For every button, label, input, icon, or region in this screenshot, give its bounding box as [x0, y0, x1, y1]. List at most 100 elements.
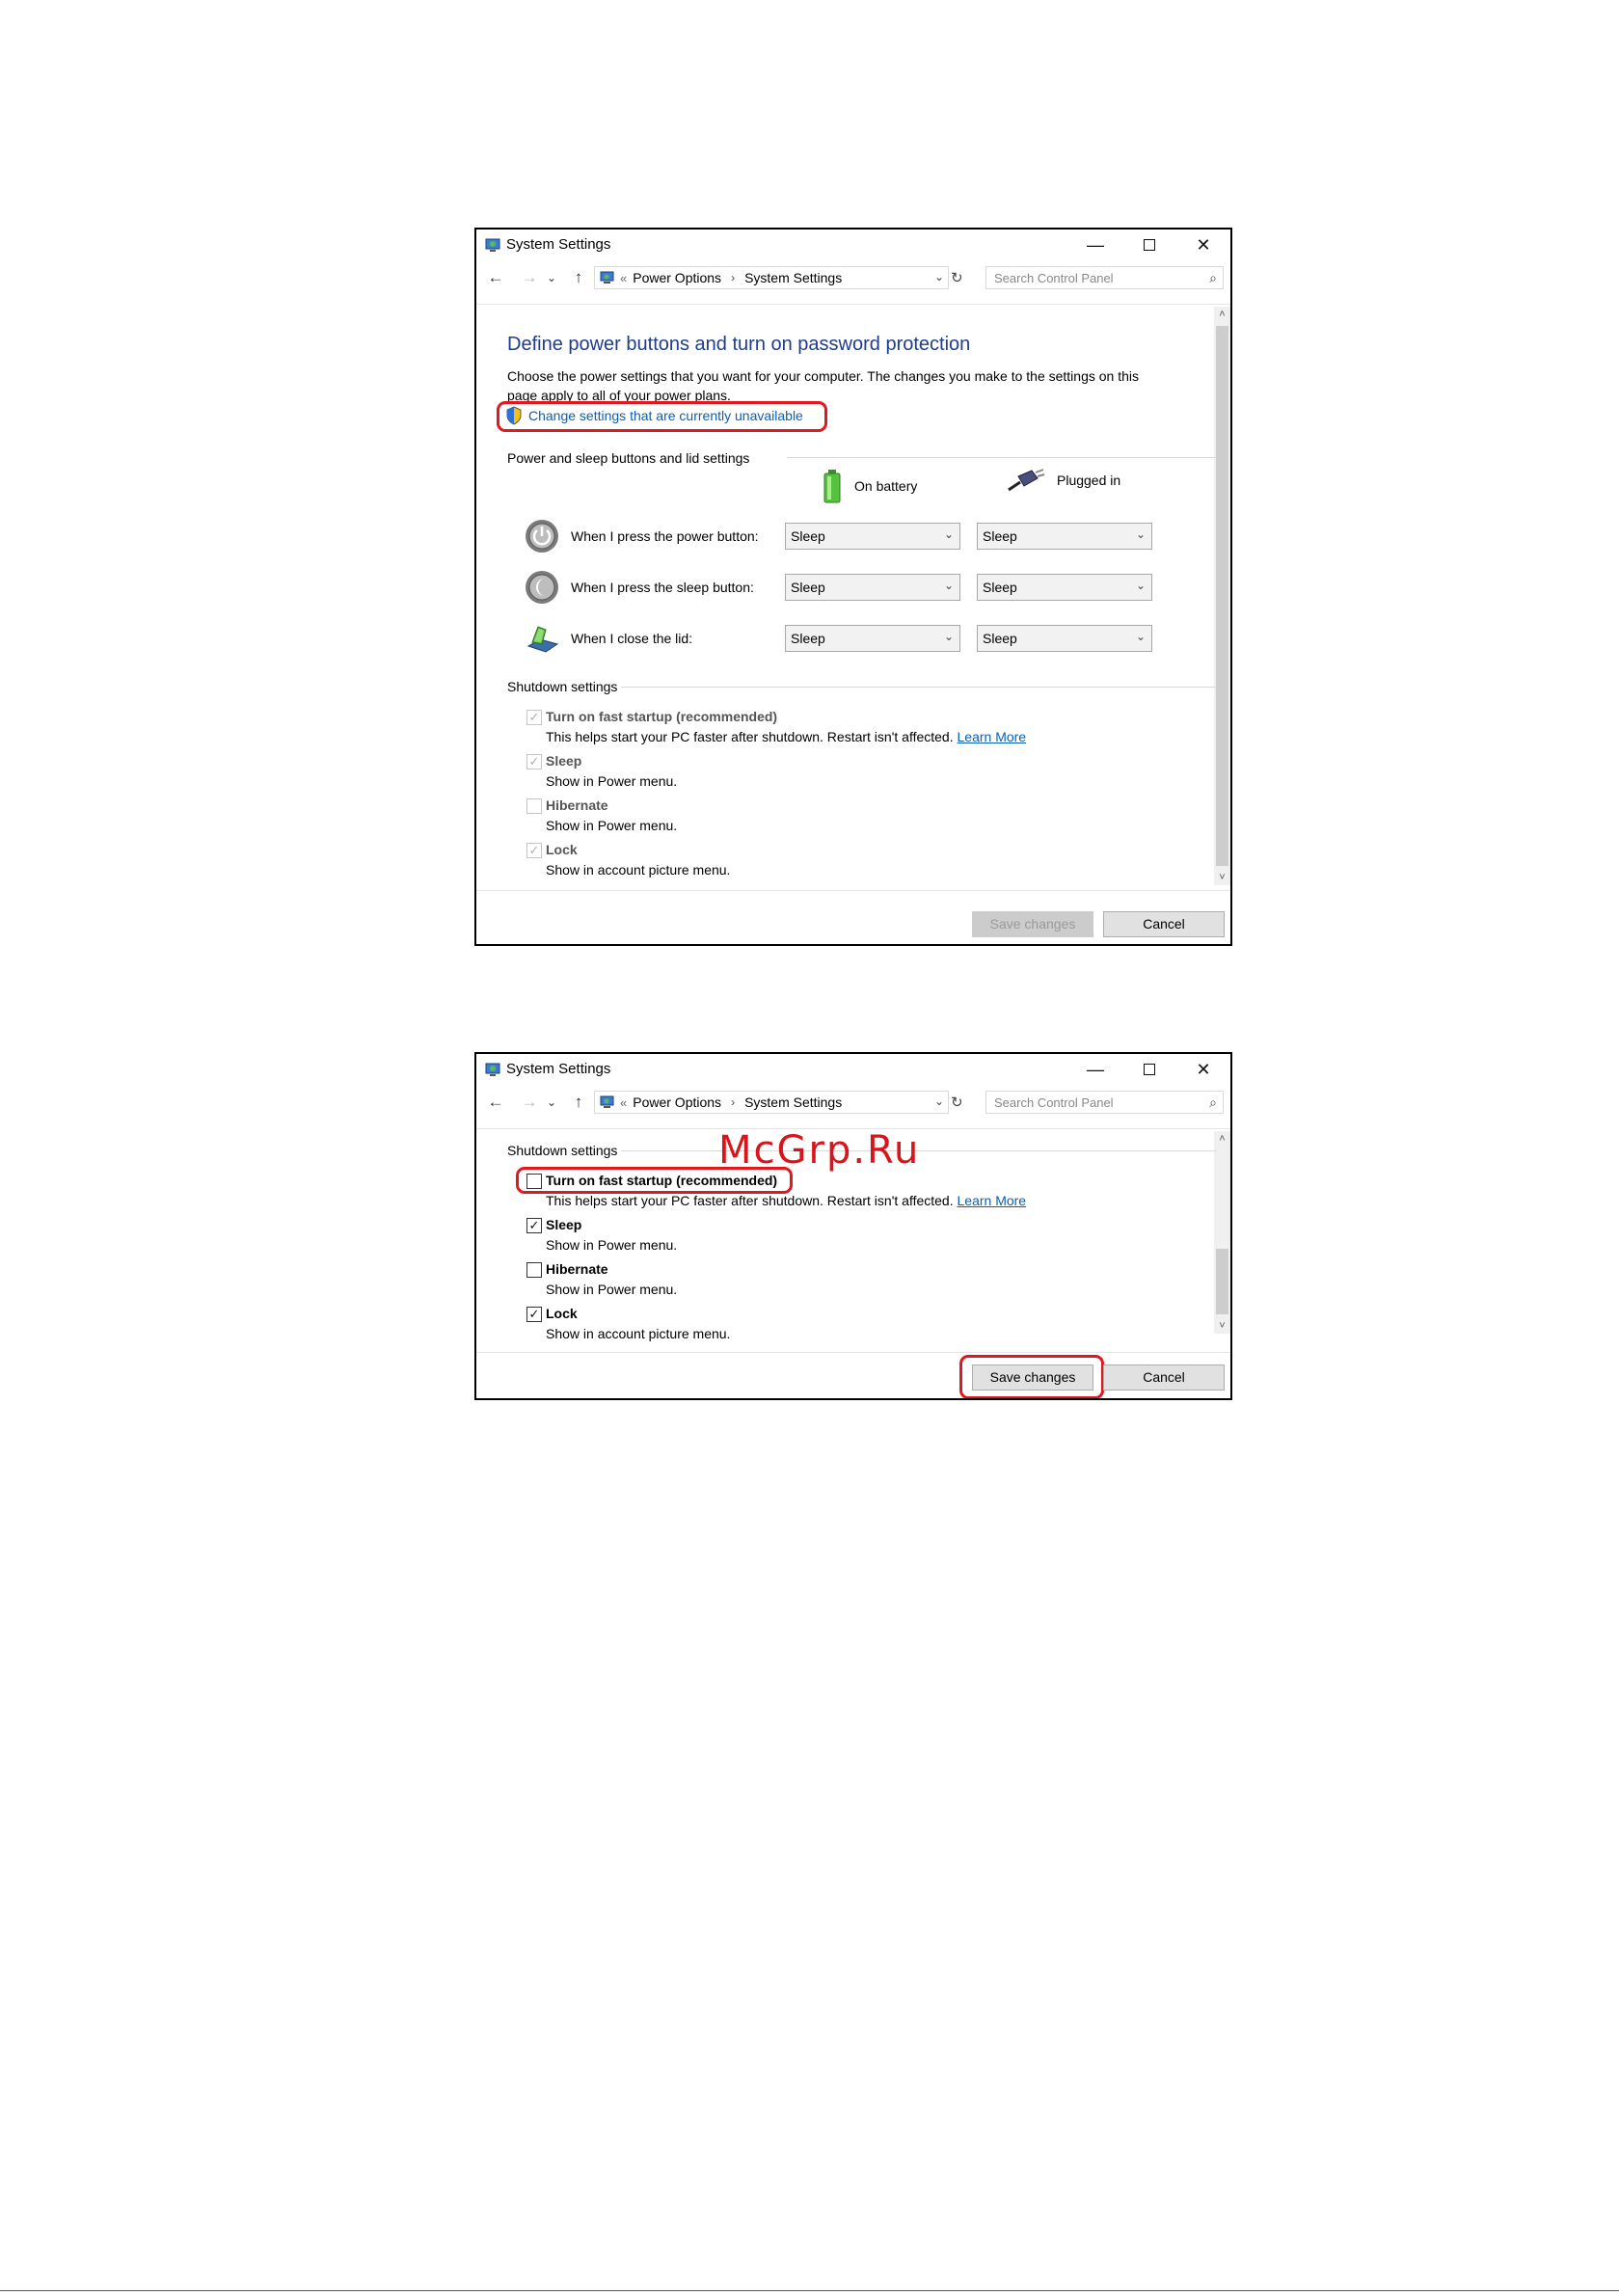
search-icon[interactable]: ⌕ [1209, 270, 1217, 286]
back-arrow-icon[interactable]: ← [484, 1093, 507, 1112]
address-dropdown-icon[interactable]: ⌄ [934, 270, 944, 284]
scroll-down-icon[interactable]: ˅ [1214, 872, 1230, 883]
shutdown-section-label: Shutdown settings [507, 1143, 618, 1158]
address-bar[interactable]: « Power Options › System Settings ⌄ [594, 266, 949, 289]
window-title: System Settings [506, 236, 611, 253]
sleep-button-battery-select[interactable]: Sleep ⌄ [785, 574, 960, 601]
hibernate-checkbox[interactable] [526, 798, 542, 814]
search-placeholder: Search Control Panel [994, 271, 1114, 285]
sleep-description: Show in Power menu. [546, 1237, 678, 1253]
title-bar[interactable]: System Settings — ✕ [476, 1054, 1230, 1085]
up-arrow-icon[interactable]: ↑ [567, 268, 590, 287]
address-bar[interactable]: « Power Options › System Settings ⌄ [594, 1091, 949, 1114]
close-button[interactable]: ✕ [1176, 230, 1230, 260]
breadcrumb-separator-icon[interactable]: › [731, 1095, 735, 1109]
overflow-chevron-icon[interactable]: « [620, 271, 627, 285]
on-battery-label: On battery [854, 478, 918, 494]
minimize-button[interactable]: — [1068, 230, 1122, 260]
breadcrumb-system-settings[interactable]: System Settings [744, 270, 842, 285]
breadcrumb-system-settings[interactable]: System Settings [744, 1094, 842, 1110]
sleep-checkbox[interactable]: ✓ [526, 754, 542, 770]
sleep-checkbox[interactable]: ✓ [526, 1218, 542, 1233]
lid-battery-select[interactable]: Sleep ⌄ [785, 625, 960, 652]
fast-startup-description: This helps start your PC faster after sh… [546, 729, 1026, 744]
chevron-down-icon: ⌄ [1135, 630, 1146, 643]
chevron-down-icon: ⌄ [943, 630, 954, 643]
maximize-icon [1144, 1064, 1155, 1075]
power-section-label: Power and sleep buttons and lid settings [507, 450, 750, 466]
sleep-title: Sleep [546, 1217, 582, 1232]
fast-startup-title: Turn on fast startup (recommended) [546, 709, 778, 724]
cancel-button[interactable]: Cancel [1103, 911, 1225, 937]
search-input[interactable]: Search Control Panel ⌕ [985, 1091, 1224, 1114]
forward-arrow-icon[interactable]: → [518, 1093, 541, 1112]
lid-plugged-select[interactable]: Sleep ⌄ [977, 625, 1152, 652]
footer-divider [476, 890, 1230, 891]
page-title: Define power buttons and turn on passwor… [507, 334, 971, 355]
sleep-title: Sleep [546, 753, 582, 769]
control-panel-icon [600, 271, 614, 284]
cancel-button[interactable]: Cancel [1103, 1364, 1225, 1391]
breadcrumb-power-options[interactable]: Power Options [633, 270, 721, 285]
power-button-row: When I press the power button: [525, 517, 759, 555]
system-settings-window-after: System Settings — ✕ ← → ⌄ ↑ « Power Opti… [474, 1052, 1232, 1400]
lock-description: Show in account picture menu. [546, 1326, 731, 1341]
navigation-bar: ← → ⌄ ↑ « Power Options › System Setting… [476, 260, 1230, 295]
learn-more-link[interactable]: Learn More [958, 1193, 1027, 1208]
hibernate-checkbox[interactable] [526, 1262, 542, 1278]
address-dropdown-icon[interactable]: ⌄ [934, 1094, 944, 1108]
scroll-thumb[interactable] [1216, 326, 1228, 866]
hibernate-title: Hibernate [546, 797, 608, 813]
laptop-lid-icon [526, 626, 559, 653]
overflow-chevron-icon[interactable]: « [620, 1095, 627, 1110]
page-description: Choose the power settings that you want … [507, 368, 1140, 403]
page-bottom-rule [0, 2290, 1619, 2291]
section-divider [787, 457, 1217, 458]
fast-startup-checkbox[interactable]: ✓ [526, 710, 542, 725]
breadcrumb-separator-icon[interactable]: › [731, 271, 735, 284]
sleep-button-label: When I press the sleep button: [571, 580, 754, 595]
minimize-button[interactable]: — [1068, 1054, 1122, 1085]
scroll-down-icon[interactable]: ˅ [1214, 1320, 1230, 1332]
scroll-thumb[interactable] [1216, 1249, 1228, 1314]
power-button-plugged-select[interactable]: Sleep ⌄ [977, 523, 1152, 550]
refresh-icon[interactable]: ↻ [951, 1094, 963, 1111]
vertical-scrollbar[interactable]: ˄ ˅ [1214, 307, 1230, 885]
up-arrow-icon[interactable]: ↑ [567, 1093, 590, 1112]
shutdown-section-label: Shutdown settings [507, 679, 618, 694]
power-button-battery-select[interactable]: Sleep ⌄ [785, 523, 960, 550]
search-placeholder: Search Control Panel [994, 1095, 1114, 1110]
highlight-box [497, 401, 827, 432]
recent-locations-icon[interactable]: ⌄ [540, 271, 563, 284]
select-value: Sleep [983, 528, 1017, 544]
forward-arrow-icon[interactable]: → [518, 268, 541, 287]
scroll-up-icon[interactable]: ˄ [1214, 1133, 1230, 1145]
scroll-up-icon[interactable]: ˄ [1214, 309, 1230, 320]
search-input[interactable]: Search Control Panel ⌕ [985, 266, 1224, 289]
search-icon[interactable]: ⌕ [1209, 1094, 1217, 1111]
footer-divider [476, 1352, 1230, 1353]
learn-more-link[interactable]: Learn More [958, 729, 1027, 744]
vertical-scrollbar[interactable]: ˄ ˅ [1214, 1131, 1230, 1334]
maximize-button[interactable] [1122, 1054, 1176, 1085]
section-divider [621, 687, 1217, 688]
breadcrumb-power-options[interactable]: Power Options [633, 1094, 721, 1110]
navigation-bar: ← → ⌄ ↑ « Power Options › System Setting… [476, 1085, 1230, 1120]
control-panel-icon [485, 238, 500, 252]
title-bar[interactable]: System Settings — ✕ [476, 230, 1230, 260]
lock-checkbox[interactable]: ✓ [526, 843, 542, 858]
hibernate-description: Show in Power menu. [546, 1282, 678, 1297]
back-arrow-icon[interactable]: ← [484, 268, 507, 287]
recent-locations-icon[interactable]: ⌄ [540, 1095, 563, 1109]
divider [476, 304, 1230, 305]
sleep-button-plugged-select[interactable]: Sleep ⌄ [977, 574, 1152, 601]
chevron-down-icon: ⌄ [943, 527, 954, 541]
select-value: Sleep [791, 580, 825, 595]
close-button[interactable]: ✕ [1176, 1054, 1230, 1085]
chevron-down-icon: ⌄ [1135, 579, 1146, 592]
maximize-button[interactable] [1122, 230, 1176, 260]
lock-checkbox[interactable]: ✓ [526, 1307, 542, 1322]
refresh-icon[interactable]: ↻ [951, 269, 963, 286]
save-changes-button[interactable]: Save changes [972, 911, 1093, 937]
chevron-down-icon: ⌄ [1135, 527, 1146, 541]
